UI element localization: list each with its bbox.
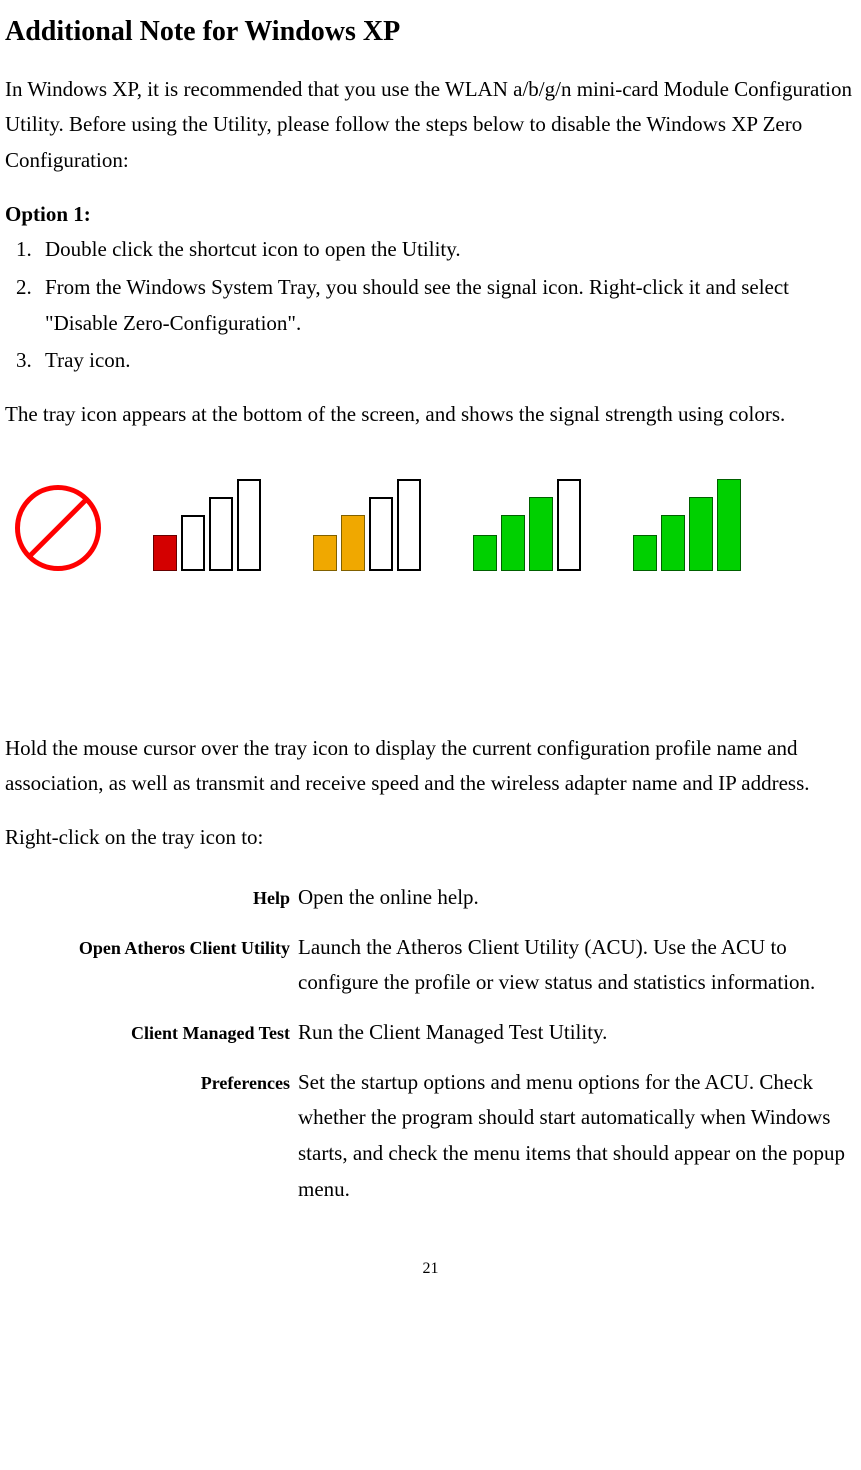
menu-label: Open Atheros Client Utility [5,930,298,964]
hover-description: Hold the mouse cursor over the tray icon… [5,731,856,802]
signal-bar-icon [397,479,421,571]
menu-description: Set the startup options and menu options… [298,1065,856,1208]
signal-bar-icon [153,535,177,571]
steps-list: Double click the shortcut icon to open t… [5,232,856,379]
step-item: Double click the shortcut icon to open t… [37,232,856,268]
menu-row: Help Open the online help. [5,880,856,916]
no-signal-icon [15,485,101,571]
signal-bar-icon [633,535,657,571]
signal-bars-2 [313,479,421,571]
signal-icons-row [5,451,856,591]
menu-row: Client Managed Test Run the Client Manag… [5,1015,856,1051]
signal-bar-icon [557,479,581,571]
step-item: Tray icon. [37,343,856,379]
signal-bar-icon [717,479,741,571]
intro-paragraph: In Windows XP, it is recommended that yo… [5,72,856,179]
signal-bar-icon [209,497,233,571]
tray-description: The tray icon appears at the bottom of t… [5,397,856,433]
menu-row: Preferences Set the startup options and … [5,1065,856,1208]
signal-bar-icon [661,515,685,571]
menu-label: Preferences [5,1065,298,1099]
page-number: 21 [5,1255,856,1282]
option1-heading: Option 1: [5,197,856,233]
page-heading: Additional Note for Windows XP [5,8,856,56]
signal-bar-icon [689,497,713,571]
menu-label: Help [5,880,298,914]
signal-bar-icon [473,535,497,571]
signal-bar-icon [181,515,205,571]
menu-label: Client Managed Test [5,1015,298,1049]
signal-bar-icon [369,497,393,571]
menu-description: Launch the Atheros Client Utility (ACU).… [298,930,856,1001]
signal-bar-icon [237,479,261,571]
context-menu-table: Help Open the online help. Open Atheros … [5,880,856,1208]
menu-row: Open Atheros Client Utility Launch the A… [5,930,856,1001]
signal-bars-4 [633,479,741,571]
signal-bar-icon [313,535,337,571]
signal-bars-3 [473,479,581,571]
menu-description: Open the online help. [298,880,856,916]
rightclick-intro: Right-click on the tray icon to: [5,820,856,856]
signal-bar-icon [501,515,525,571]
signal-bar-icon [529,497,553,571]
signal-bars-1 [153,479,261,571]
step-item: From the Windows System Tray, you should… [37,270,856,341]
menu-description: Run the Client Managed Test Utility. [298,1015,856,1051]
signal-bar-icon [341,515,365,571]
